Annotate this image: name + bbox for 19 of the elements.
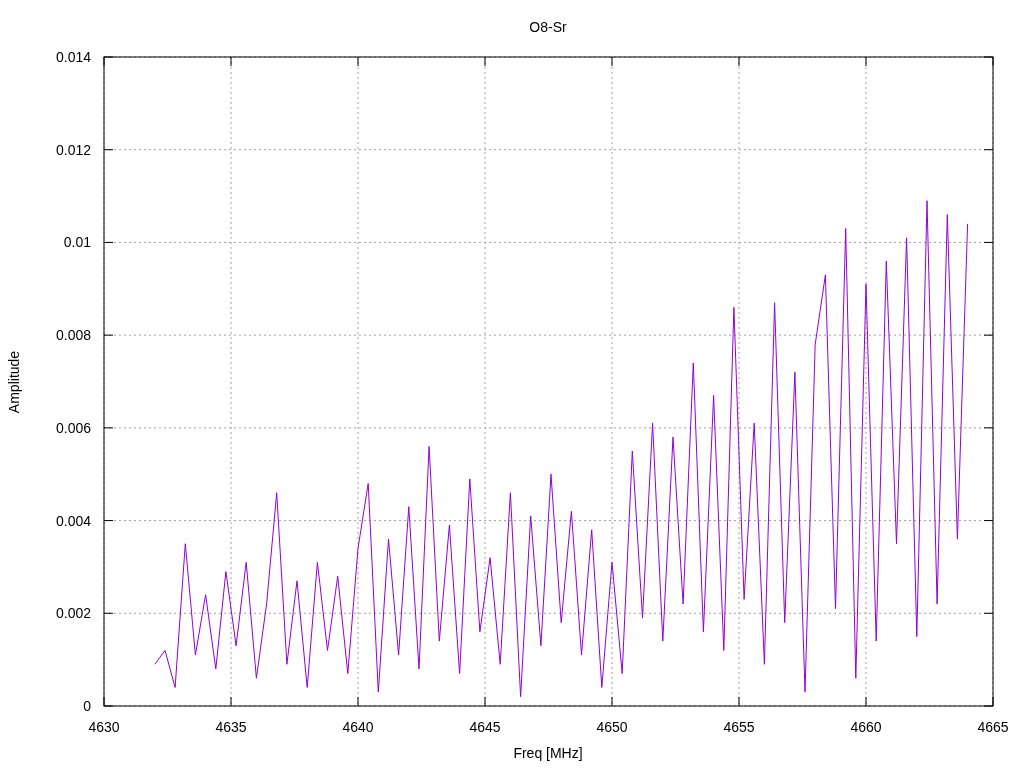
x-tick-label: 4640: [342, 719, 374, 735]
y-tick-label: 0.004: [55, 512, 91, 529]
y-tick-label: 0.006: [55, 419, 91, 436]
x-tick-label: 4650: [596, 719, 628, 735]
y-tick-label: 0.008: [55, 327, 91, 344]
x-tick-label: 4630: [88, 719, 120, 735]
y-tick-label: 0.002: [55, 605, 91, 622]
y-axis-title: Amplitude: [6, 350, 22, 414]
x-tick-label: 4635: [215, 719, 247, 735]
x-tick-label: 4660: [850, 719, 882, 735]
x-tick-label: 4655: [723, 719, 755, 735]
y-tick-label: 0.012: [55, 141, 91, 158]
chart-title: O8-Sr: [529, 19, 567, 35]
x-tick-label: 4645: [469, 719, 501, 735]
x-axis-title: Freq [MHz]: [513, 745, 583, 761]
y-tick-label: 0: [83, 698, 91, 714]
y-tick-label: 0.01: [63, 234, 91, 251]
x-tick-label: 4665: [977, 719, 1009, 735]
y-tick-label: 0.014: [55, 49, 91, 65]
